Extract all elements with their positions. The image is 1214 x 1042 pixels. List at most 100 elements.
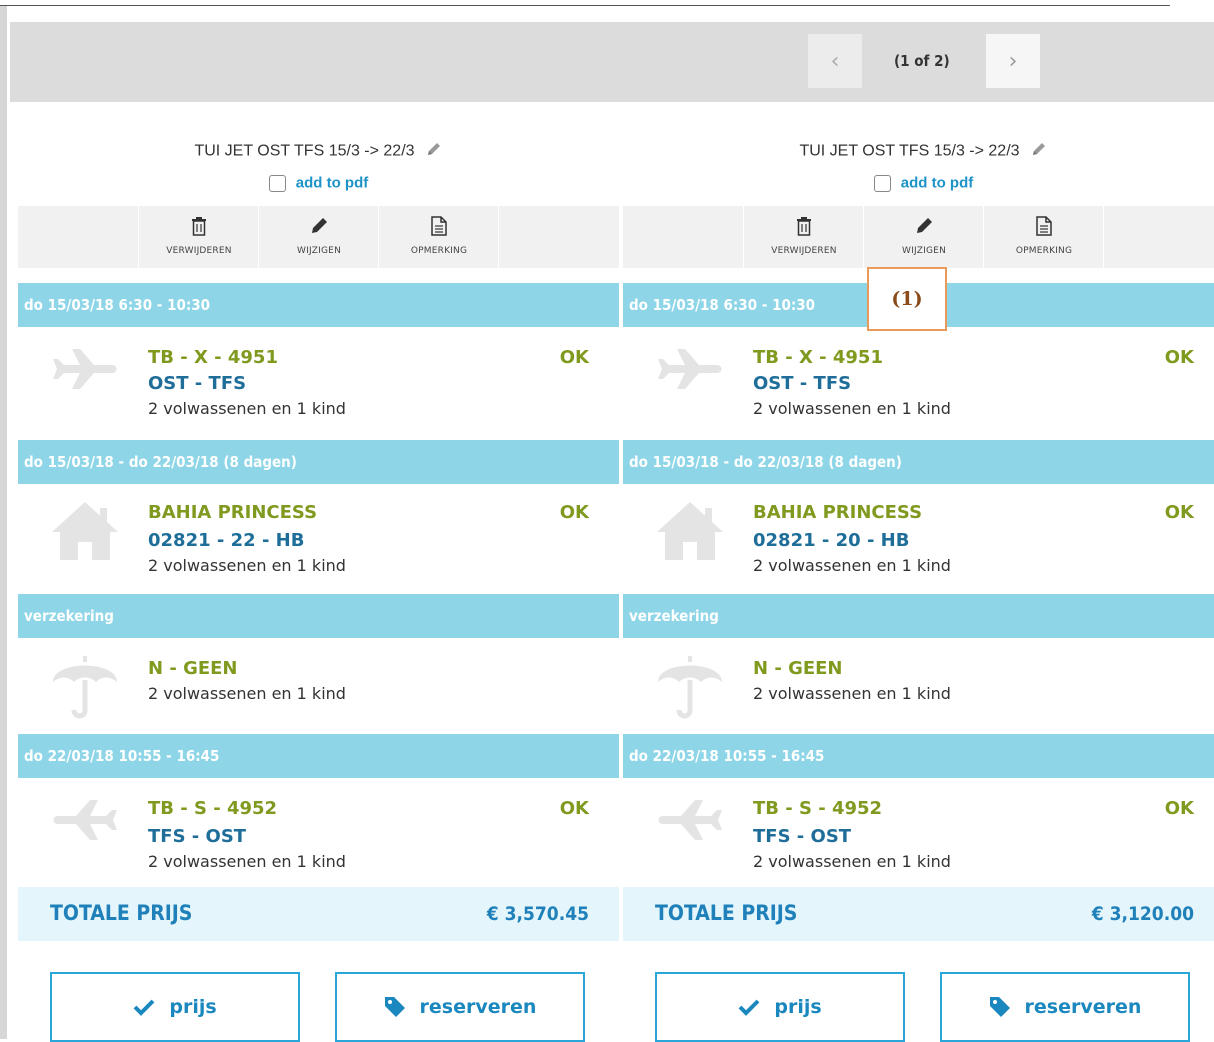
option-toolbar: VERWIJDEREN WIJZIGEN OPMERKING: [18, 206, 619, 268]
pagination-bar: ‹ (1 of 2) ›: [10, 22, 1214, 102]
left-scroll-edge: [0, 6, 7, 1039]
delete-button[interactable]: VERWIJDEREN: [743, 206, 864, 268]
flight-passengers: 2 volwassenen en 1 kind: [753, 399, 951, 418]
note-label: OPMERKING: [1015, 246, 1073, 256]
chevron-right-icon: ›: [1008, 48, 1018, 74]
flight-back-item[interactable]: TB - S - 4952 TFS - OST 2 volwassenen en…: [18, 778, 619, 884]
hotel-header: do 15/03/18 - do 22/03/18 (8 dagen): [623, 440, 1214, 484]
flight-back-item[interactable]: TB - S - 4952 TFS - OST 2 volwassenen en…: [623, 778, 1214, 884]
edit-label: WIJZIGEN: [296, 246, 342, 256]
flight-back-date: do 22/03/18 10:55 - 16:45: [24, 747, 220, 765]
chevron-left-icon: ‹: [830, 48, 840, 74]
flight-out-date: do 15/03/18 6:30 - 10:30: [629, 296, 816, 314]
add-to-pdf-checkbox[interactable]: [873, 174, 891, 192]
reserve-button[interactable]: reserveren: [940, 972, 1190, 1042]
flight-back-header: do 22/03/18 10:55 - 16:45: [623, 734, 1214, 778]
delete-button[interactable]: VERWIJDEREN: [138, 206, 259, 268]
flight-route: TFS - OST: [148, 826, 247, 847]
airplane-icon: [658, 349, 722, 389]
note-label: OPMERKING: [410, 246, 468, 256]
add-to-pdf-row: add to pdf: [18, 174, 619, 192]
flight-out-item[interactable]: TB - X - 4951 OST - TFS 2 volwassenen en…: [18, 327, 619, 437]
page-counter: (1 of 2): [894, 52, 950, 70]
insurance-header: verzekering: [18, 594, 619, 638]
flight-passengers: 2 volwassenen en 1 kind: [148, 399, 346, 418]
note-button[interactable]: OPMERKING: [983, 206, 1104, 268]
flight-status: OK: [1164, 347, 1194, 368]
umbrella-icon: [658, 656, 722, 719]
insurance-passengers: 2 volwassenen en 1 kind: [753, 684, 951, 703]
insurance-code: N - GEEN: [148, 658, 238, 679]
edit-button[interactable]: WIJZIGEN: [863, 206, 984, 268]
option-toolbar: VERWIJDEREN WIJZIGEN OPMERKING: [623, 206, 1214, 268]
price-button[interactable]: prijs: [50, 972, 300, 1042]
hotel-header: do 15/03/18 - do 22/03/18 (8 dagen): [18, 440, 619, 484]
house-icon: [657, 502, 723, 560]
flight-number: TB - S - 4952: [148, 798, 278, 819]
toolbar-divider: [498, 206, 499, 268]
trash-icon: [797, 217, 811, 236]
previous-page-button[interactable]: ‹: [808, 34, 862, 88]
hotel-status: OK: [1164, 502, 1194, 523]
edit-title-pencil-icon[interactable]: [425, 140, 443, 163]
option-title-text: TUI JET OST TFS 15/3 -> 22/3: [194, 142, 415, 160]
checkmark-icon: [133, 999, 155, 1016]
tag-icon: [989, 997, 1010, 1017]
pencil-icon: [917, 218, 932, 233]
flight-status: OK: [559, 347, 589, 368]
note-button[interactable]: OPMERKING: [378, 206, 499, 268]
flight-out-header: do 15/03/18 6:30 - 10:30: [18, 283, 619, 327]
edit-title-pencil-icon[interactable]: [1030, 140, 1048, 163]
toolbar-divider: [1103, 206, 1104, 268]
hotel-item[interactable]: BAHIA PRINCESS 02821 - 20 - HB 2 volwass…: [623, 484, 1214, 590]
flight-back-header: do 22/03/18 10:55 - 16:45: [18, 734, 619, 778]
hotel-code: 02821 - 20 - HB: [753, 530, 910, 551]
flight-number: TB - S - 4952: [753, 798, 883, 819]
next-page-button[interactable]: ›: [986, 34, 1040, 88]
total-price-label: TOTALE PRIJS: [50, 901, 193, 925]
insurance-passengers: 2 volwassenen en 1 kind: [148, 684, 346, 703]
reserve-button-label: reserveren: [1024, 996, 1142, 1018]
reserve-button[interactable]: reserveren: [335, 972, 585, 1042]
flight-passengers: 2 volwassenen en 1 kind: [753, 852, 951, 871]
document-icon: [431, 216, 447, 236]
reserve-button-label: reserveren: [419, 996, 537, 1018]
edit-button[interactable]: WIJZIGEN: [258, 206, 379, 268]
hotel-item[interactable]: BAHIA PRINCESS 02821 - 22 - HB 2 volwass…: [18, 484, 619, 590]
annotation-marker: (1): [867, 267, 947, 331]
flight-route: OST - TFS: [148, 373, 247, 394]
checkmark-icon: [738, 999, 760, 1016]
add-to-pdf-row: add to pdf: [623, 174, 1214, 192]
price-button[interactable]: prijs: [655, 972, 905, 1042]
total-price-bar: TOTALE PRIJS € 3,570.45: [18, 887, 619, 941]
house-icon: [52, 502, 118, 560]
insurance-item[interactable]: N - GEEN 2 volwassenen en 1 kind: [18, 638, 619, 734]
document-icon: [1036, 216, 1052, 236]
flight-number: TB - X - 4951: [148, 347, 278, 368]
top-border-line: [0, 5, 1170, 6]
hotel-code: 02821 - 22 - HB: [148, 530, 305, 551]
delete-label: VERWIJDEREN: [771, 246, 837, 256]
hotel-dates: do 15/03/18 - do 22/03/18 (8 dagen): [24, 453, 297, 471]
total-price-value: € 3,570.45: [486, 903, 589, 925]
hotel-dates: do 15/03/18 - do 22/03/18 (8 dagen): [629, 453, 902, 471]
edit-label: WIJZIGEN: [901, 246, 947, 256]
add-to-pdf-checkbox[interactable]: [268, 174, 286, 192]
insurance-header: verzekering: [623, 594, 1214, 638]
umbrella-icon: [53, 656, 117, 719]
airplane-icon: [53, 800, 117, 840]
flight-status: OK: [559, 798, 589, 819]
insurance-item[interactable]: N - GEEN 2 volwassenen en 1 kind: [623, 638, 1214, 734]
pencil-icon: [312, 218, 327, 233]
flight-out-item[interactable]: TB - X - 4951 OST - TFS 2 volwassenen en…: [623, 327, 1214, 437]
add-to-pdf-label[interactable]: add to pdf: [901, 175, 973, 192]
flight-number: TB - X - 4951: [753, 347, 883, 368]
insurance-title: verzekering: [629, 607, 719, 625]
flight-status: OK: [1164, 798, 1194, 819]
insurance-title: verzekering: [24, 607, 114, 625]
option-column-2: TUI JET OST TFS 15/3 -> 22/3 add to pdf …: [623, 102, 1214, 1042]
option-title: TUI JET OST TFS 15/3 -> 22/3: [18, 140, 619, 163]
add-to-pdf-label[interactable]: add to pdf: [296, 175, 368, 192]
hotel-name: BAHIA PRINCESS: [753, 502, 923, 523]
tag-icon: [384, 997, 405, 1017]
